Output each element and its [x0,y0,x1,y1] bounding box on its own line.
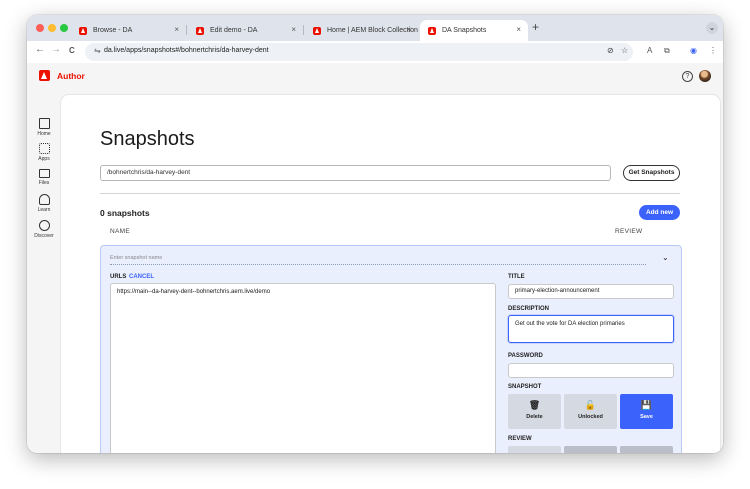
maximize-window-button[interactable] [60,24,68,32]
back-icon[interactable]: ← [35,44,45,55]
sidebar-item-label: Apps [38,156,50,162]
sidebar-item-discover[interactable]: Discover [27,220,61,239]
chevron-down-icon[interactable]: ⌄ [662,253,669,262]
urls-label: URLS [110,274,127,280]
eye-off-icon[interactable]: ⊘ [607,46,614,55]
address-bar[interactable]: ⇋ da.live/apps/snapshots#/bohnertchris/d… [85,43,633,61]
tab-title: Home | AEM Block Collection [327,27,418,34]
delete-button[interactable]: 🗑 Delete [508,394,561,429]
unlocked-button[interactable]: 🔓 Unlocked [564,394,617,429]
get-snapshots-button[interactable]: Get Snapshots [623,165,680,181]
home-icon [38,118,50,129]
tab-browse[interactable]: Browse - DA × [71,20,186,41]
cancel-link[interactable]: CANCEL [129,274,154,280]
close-tab-icon[interactable]: × [516,25,521,34]
reload-icon[interactable]: C [69,46,75,55]
add-new-button[interactable]: Add new [639,205,680,220]
minimize-window-button[interactable] [48,24,56,32]
folder-icon [38,169,50,178]
unlock-icon: 🔓 [584,400,597,410]
save-label: Save [640,414,653,420]
compass-icon [38,220,50,231]
main-panel: Snapshots /bohnertchris/da-harvey-dent G… [61,95,720,453]
profile-icon[interactable]: ◉ [690,46,697,55]
new-tab-button[interactable]: + [532,20,539,34]
review-label: REVIEW [508,436,532,442]
forward-icon[interactable]: → [51,44,61,55]
url-text[interactable]: da.live/apps/snapshots#/bohnertchris/da-… [104,47,269,54]
save-button[interactable]: 💾 Save [620,394,673,429]
tab-strip: Browse - DA × Edit demo - DA × Home | AE… [27,15,723,41]
column-header-name: NAME [110,228,130,235]
tab-da-snapshots[interactable]: DA Snapshots × [420,20,528,41]
adobe-favicon-icon [196,26,204,35]
close-tab-icon[interactable]: × [406,25,411,34]
sidebar-item-label: Discover [34,233,54,239]
sidebar-item-label: Files [38,180,50,186]
unlocked-label: Unlocked [578,414,603,420]
password-label: PASSWORD [508,353,543,359]
review-button-approve[interactable] [564,446,617,453]
sidebar-item-home[interactable]: Home [27,118,61,137]
adobe-logo-icon[interactable] [39,70,50,81]
sidebar-item-label: Home [37,131,51,137]
review-button-reject[interactable] [620,446,673,453]
trash-icon: 🗑 [528,400,541,410]
sidebar-item-learn[interactable]: Learn [27,194,61,213]
close-tab-icon[interactable]: × [291,25,296,34]
title-label: TITLE [508,274,525,280]
column-header-review: REVIEW [615,228,643,235]
tab-title: Edit demo - DA [210,27,258,34]
snapshot-label: SNAPSHOT [508,384,542,390]
delete-label: Delete [526,414,543,420]
browser-toolbar: ← → C ⇋ da.live/apps/snapshots#/bohnertc… [27,41,723,64]
browser-window: Browse - DA × Edit demo - DA × Home | AE… [27,15,723,453]
app-header: Author ? [27,63,723,91]
bookmark-star-icon[interactable]: ☆ [621,46,628,55]
tab-search-button[interactable]: ⌄ [706,22,718,34]
divider [100,193,680,194]
menu-icon[interactable]: ⋮ [709,46,717,55]
snapshot-count: 0 snapshots [100,208,150,218]
lightbulb-icon [38,194,50,205]
tab-title: Browse - DA [93,27,133,34]
close-window-button[interactable] [36,24,44,32]
site-settings-icon[interactable]: ⇋ [94,46,101,55]
sidebar-item-apps[interactable]: Apps [27,143,61,162]
password-field[interactable] [508,363,674,378]
snapshot-name-input[interactable]: Enter snapshot name [110,252,646,265]
urls-textarea[interactable]: https://main--da-harvey-dent--bohnertchr… [110,283,496,453]
avatar[interactable] [699,70,711,82]
description-field[interactable]: Get out the vote for DA election primari… [508,315,674,343]
translate-icon[interactable]: A [647,46,652,55]
adobe-favicon-icon [313,26,321,35]
adobe-favicon-icon [79,26,87,35]
adobe-favicon-icon [428,26,436,35]
title-field[interactable]: primary-election-announcement [508,284,674,299]
app-brand[interactable]: Author [57,71,85,81]
description-label: DESCRIPTION [508,306,550,312]
help-icon[interactable]: ? [682,71,693,82]
snapshot-editor: Enter snapshot name ⌄ URLS CANCEL https:… [100,245,682,453]
extensions-icon[interactable]: ⧉ [664,46,670,56]
review-button-request[interactable] [508,446,561,453]
tab-edit-demo[interactable]: Edit demo - DA × [188,20,303,41]
sidebar-item-files[interactable]: Files [27,169,61,186]
tab-aem-block-collection[interactable]: Home | AEM Block Collection × [305,20,418,41]
sidebar-item-label: Learn [37,207,51,213]
apps-icon [38,143,50,154]
tab-title: DA Snapshots [442,27,487,34]
path-input[interactable]: /bohnertchris/da-harvey-dent [100,165,611,181]
page-title: Snapshots [100,128,195,150]
save-icon: 💾 [640,400,653,410]
close-tab-icon[interactable]: × [174,25,179,34]
